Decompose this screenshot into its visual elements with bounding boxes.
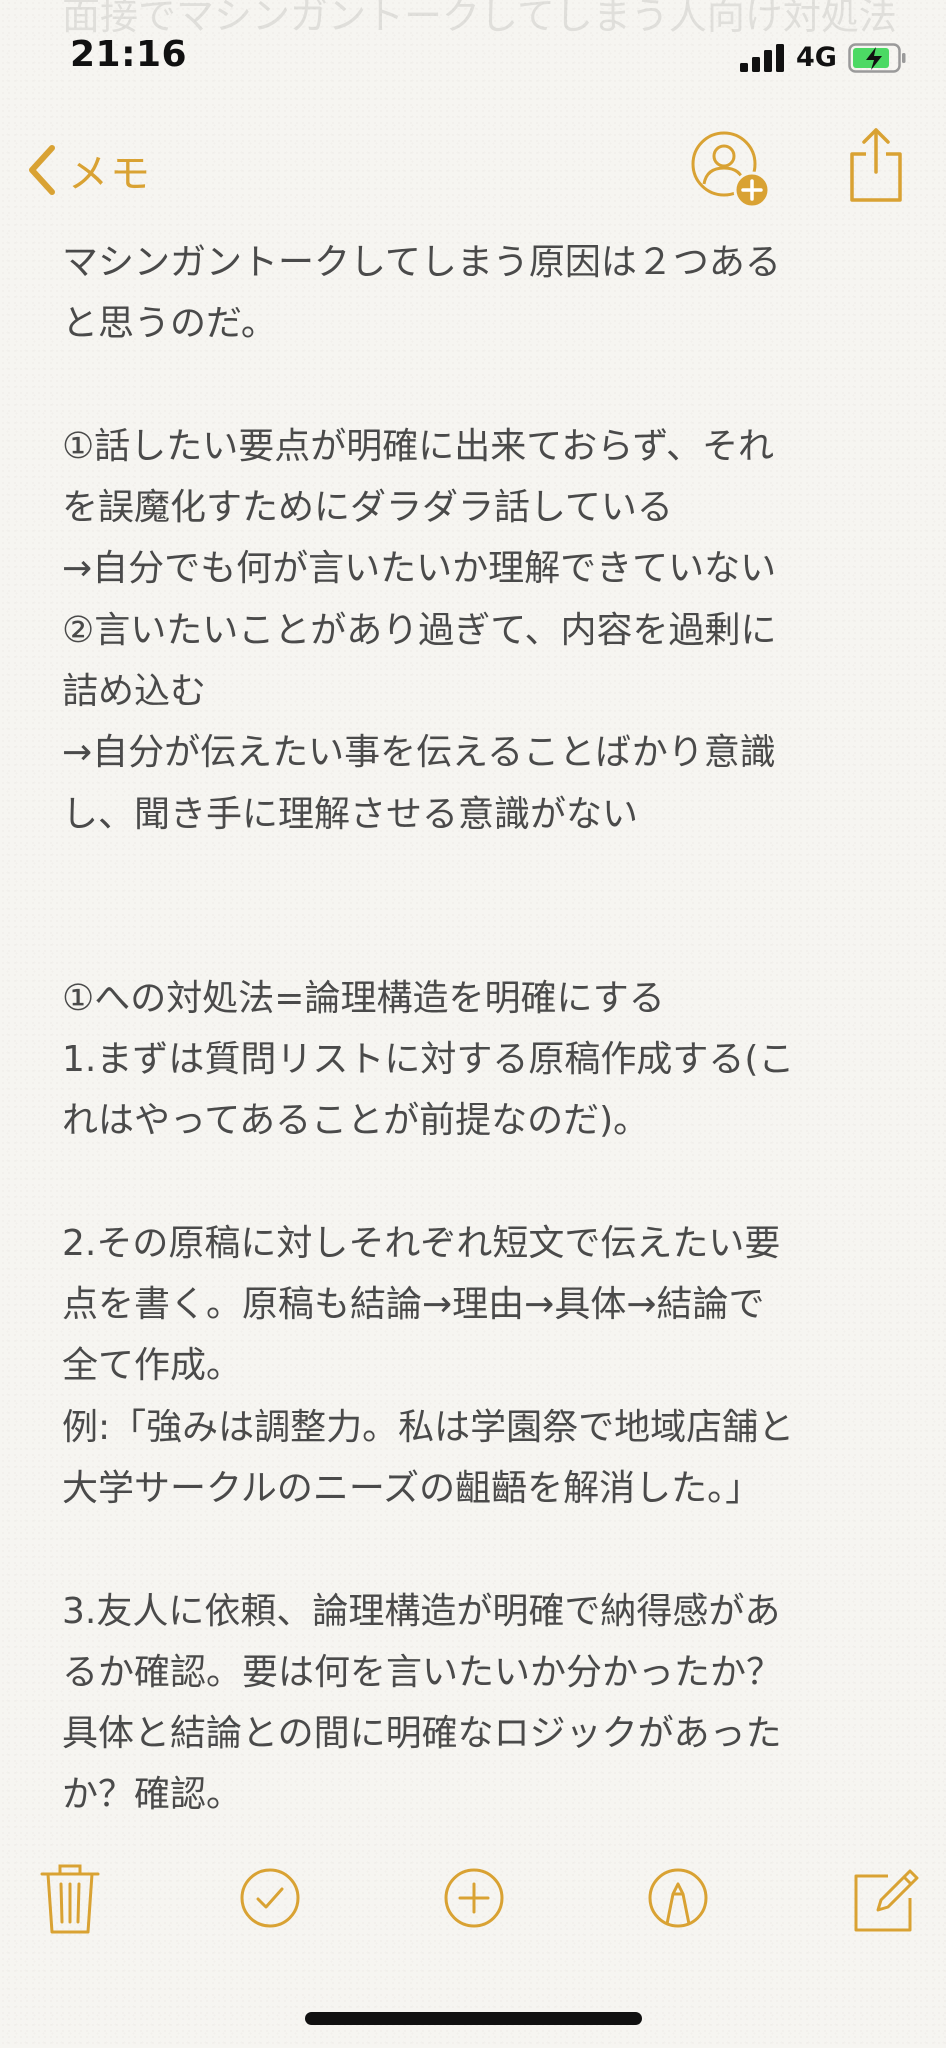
note-line: を誤魔化すためにダラダラ話している	[62, 487, 673, 529]
bottom-toolbar	[0, 1860, 946, 1950]
chevron-left-icon	[29, 145, 55, 195]
note-line: →自分でも何が言いたいか理解できていない	[62, 548, 777, 590]
network-type: 4G	[796, 42, 837, 73]
back-button[interactable]: メモ	[24, 136, 152, 204]
checklist-icon	[240, 1868, 300, 1928]
note-line: と思うのだ。	[62, 303, 277, 345]
note-line: マシンガントークしてしまう原因は２つある	[62, 242, 781, 283]
note-line	[62, 355, 890, 416]
note-line: るか確認。要は何を言いたいか分かったか？	[62, 1651, 783, 1693]
note-line	[62, 845, 890, 906]
compose-button[interactable]	[848, 1860, 924, 1936]
note-line: ①話したい要点が明確に出来ておらず、それ	[62, 425, 774, 467]
share-icon[interactable]	[846, 126, 906, 204]
note-body[interactable]: マシンガントークしてしまう原因は２つある と思うのだ。 ①話したい要点が明確に出…	[62, 232, 890, 1822]
add-attachment-button[interactable]	[436, 1860, 512, 1936]
note-line	[62, 906, 890, 967]
navigation-bar: メモ	[0, 120, 946, 220]
home-indicator[interactable]	[305, 2012, 642, 2025]
note-line	[62, 1151, 890, 1212]
note-line: 大学サークルのニーズの齟齬を解消した。」	[62, 1467, 762, 1509]
note-line: 全て作成。	[62, 1345, 243, 1387]
note-line: 3.友人に依頼、論理構造が明確で納得感があ	[62, 1590, 781, 1632]
status-time: 21:16	[70, 34, 188, 75]
battery-charging-icon	[848, 43, 906, 73]
markup-button[interactable]	[640, 1860, 716, 1936]
note-line: ②言いたいことがあり過ぎて、内容を過剰に	[62, 609, 777, 651]
note-line: ①への対処法=論理構造を明確にする	[62, 977, 665, 1019]
add-icon	[444, 1868, 504, 1928]
note-line: 1.まずは質問リストに対する原稿作成する(こ	[62, 1038, 795, 1080]
note-line: れはやってあることが前提なのだ)。	[62, 1100, 650, 1142]
status-bar: 21:16 4G	[0, 0, 946, 120]
note-line: 具体と結論との間に明確なロジックがあった	[62, 1713, 782, 1755]
note-line	[62, 1519, 890, 1580]
delete-button[interactable]	[32, 1860, 108, 1936]
compose-icon	[854, 1869, 919, 1932]
note-line: 詰め込む	[62, 671, 207, 713]
note-line: 2.その原稿に対しそれぞれ短文で伝えたい要	[62, 1222, 781, 1264]
note-line: 例:「強みは調整力。私は学園祭で地域店舗と	[62, 1406, 795, 1448]
note-line: し、聞き手に理解させる意識がない	[62, 793, 639, 835]
note-line: か？確認。	[62, 1774, 243, 1816]
trash-icon	[40, 1864, 100, 1934]
markup-icon	[648, 1868, 708, 1928]
back-button-label: メモ	[68, 151, 152, 197]
checklist-button[interactable]	[232, 1860, 308, 1936]
add-people-icon[interactable]	[690, 130, 776, 216]
note-line: →自分が伝えたい事を伝えることばかり意識	[62, 732, 776, 774]
cellular-signal-icon	[740, 44, 784, 72]
note-line: 点を書く。原稿も結論→理由→具体→結論で	[62, 1284, 765, 1326]
